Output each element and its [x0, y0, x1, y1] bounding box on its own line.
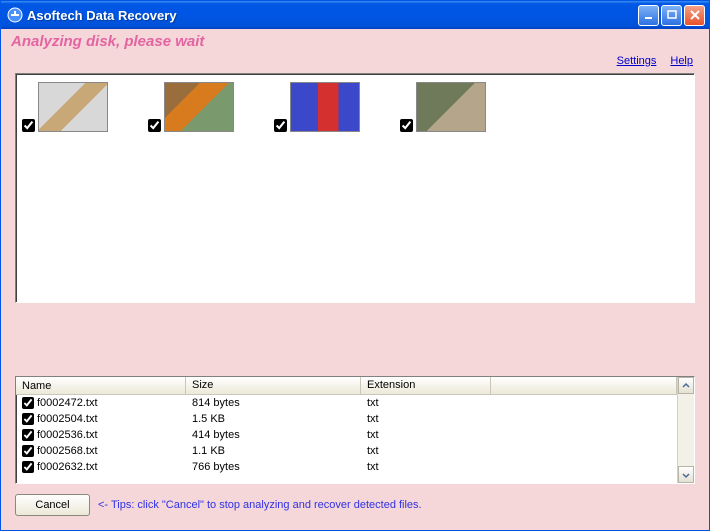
file-size: 1.5 KB [186, 413, 361, 425]
file-table-panel: Name Size Extension f0002472.txt 814 byte… [15, 376, 695, 484]
row-checkbox[interactable] [22, 429, 34, 441]
file-table: Name Size Extension f0002472.txt 814 byte… [16, 377, 677, 483]
scroll-track[interactable] [678, 394, 694, 466]
header-links: Settings Help [1, 53, 709, 71]
cancel-button[interactable]: Cancel [15, 494, 90, 516]
file-name: f0002472.txt [37, 397, 98, 409]
column-header-blank[interactable] [491, 377, 677, 394]
thumbnail-image[interactable] [164, 82, 234, 132]
window-buttons [638, 5, 705, 26]
app-window: Asoftech Data Recovery Analyzing disk, p… [0, 0, 710, 531]
thumbnail-image[interactable] [38, 82, 108, 132]
file-extension: txt [361, 397, 491, 409]
table-row[interactable]: f0002504.txt 1.5 KBtxt [16, 411, 677, 427]
row-checkbox[interactable] [22, 413, 34, 425]
table-row[interactable]: f0002568.txt 1.1 KBtxt [16, 443, 677, 459]
thumbnail-item [148, 82, 234, 132]
file-name: f0002632.txt [37, 461, 98, 473]
thumbnail-image[interactable] [290, 82, 360, 132]
scroll-down-button[interactable] [678, 466, 694, 483]
row-checkbox[interactable] [22, 397, 34, 409]
file-name: f0002568.txt [37, 445, 98, 457]
file-extension: txt [361, 445, 491, 457]
maximize-icon [666, 9, 678, 21]
status-text: Analyzing disk, please wait [1, 29, 709, 53]
thumbnail-checkbox[interactable] [400, 119, 413, 132]
file-extension: txt [361, 413, 491, 425]
file-extension: txt [361, 461, 491, 473]
column-header-name[interactable]: Name [16, 377, 186, 394]
row-checkbox[interactable] [22, 461, 34, 473]
row-checkbox[interactable] [22, 445, 34, 457]
settings-link[interactable]: Settings [617, 55, 657, 67]
file-size: 766 bytes [186, 461, 361, 473]
table-header: Name Size Extension [16, 377, 677, 395]
thumbnail-checkbox[interactable] [22, 119, 35, 132]
minimize-icon [643, 9, 655, 21]
bottom-bar: Cancel <- Tips: click "Cancel" to stop a… [1, 490, 709, 530]
column-header-size[interactable]: Size [186, 377, 361, 394]
file-name: f0002536.txt [37, 429, 98, 441]
thumbnail-item [22, 82, 108, 132]
minimize-button[interactable] [638, 5, 659, 26]
thumbnail-checkbox[interactable] [274, 119, 287, 132]
file-size: 414 bytes [186, 429, 361, 441]
file-size: 1.1 KB [186, 445, 361, 457]
table-row[interactable]: f0002472.txt 814 bytestxt [16, 395, 677, 411]
window-title: Asoftech Data Recovery [27, 8, 638, 23]
chevron-up-icon [682, 382, 690, 390]
thumbnail-panel [15, 73, 695, 303]
vertical-scrollbar[interactable] [677, 377, 694, 483]
thumbnail-item [274, 82, 360, 132]
column-header-extension[interactable]: Extension [361, 377, 491, 394]
thumbnail-item [400, 82, 486, 132]
scroll-up-button[interactable] [678, 377, 694, 394]
maximize-button[interactable] [661, 5, 682, 26]
table-row[interactable]: f0002536.txt 414 bytestxt [16, 427, 677, 443]
close-button[interactable] [684, 5, 705, 26]
table-row[interactable]: f0002632.txt 766 bytestxt [16, 459, 677, 475]
file-extension: txt [361, 429, 491, 441]
tips-text: <- Tips: click "Cancel" to stop analyzin… [98, 499, 422, 511]
app-icon [7, 7, 23, 23]
close-icon [689, 9, 701, 21]
titlebar: Asoftech Data Recovery [1, 1, 709, 29]
thumbnail-image[interactable] [416, 82, 486, 132]
chevron-down-icon [682, 471, 690, 479]
help-link[interactable]: Help [670, 55, 693, 67]
file-name: f0002504.txt [37, 413, 98, 425]
thumbnail-checkbox[interactable] [148, 119, 161, 132]
file-size: 814 bytes [186, 397, 361, 409]
